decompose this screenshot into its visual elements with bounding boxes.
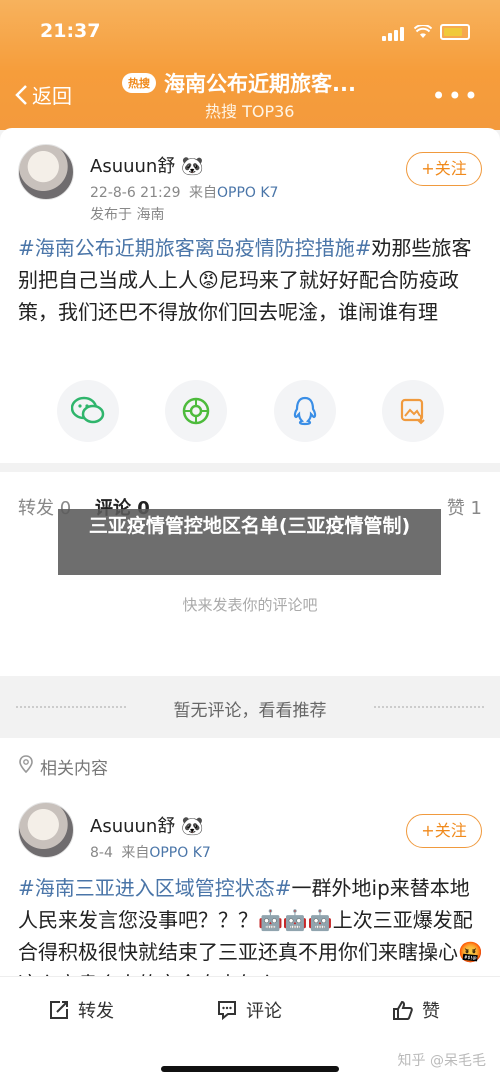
post-date: 22-8-6 21:29 (90, 185, 181, 201)
home-indicator[interactable] (161, 1066, 339, 1072)
page-title[interactable]: 热搜 海南公布近期旅客... (122, 68, 356, 98)
chevron-left-icon (15, 84, 27, 105)
related-follow-button[interactable]: +关注 (406, 814, 482, 848)
repost-icon (50, 1001, 68, 1019)
related-post-card[interactable]: Asuuun舒 🐼 8-4 来自OPPO K7 +关注 #海南三亚进入区域管控状… (0, 786, 500, 976)
repost-label: 转发 (78, 1001, 114, 1022)
panda-icon: 🐼 (181, 156, 204, 177)
share-qq-button[interactable] (274, 380, 336, 442)
hot-badge: 热搜 (122, 73, 156, 93)
related-hashtag-link[interactable]: #海南三亚进入区域管控状态# (18, 876, 292, 900)
status-time: 21:37 (40, 20, 101, 42)
post-card: Asuuun舒 🐼 22-8-6 21:29 来自OPPO K7 发布于 海南 … (0, 128, 500, 463)
wechat-icon (71, 396, 105, 424)
like-button[interactable]: 赞 (392, 997, 440, 1023)
author-name[interactable]: Asuuun舒 🐼 (90, 152, 203, 178)
avatar[interactable] (18, 144, 74, 200)
moments-icon (182, 397, 210, 425)
author-name-text: Asuuun舒 (90, 156, 176, 177)
qq-icon (293, 396, 317, 426)
related-post-content: #海南三亚进入区域管控状态#一群外地ip来替本地人民来发言您没事吧？？？🤖🤖🤖上… (18, 872, 484, 976)
related-device-link[interactable]: OPPO K7 (149, 845, 210, 861)
save-image-icon (400, 398, 425, 425)
repost-button[interactable]: 转发 (48, 997, 114, 1023)
page-subtitle: 热搜 TOP36 (205, 102, 295, 121)
image-caption-overlay: 三亚疫情管控地区名单(三亚疫情管制) (58, 509, 441, 575)
thumbs-up-icon (393, 1000, 413, 1020)
post-content: #海南公布近期旅客离岛疫情防控措施#劝那些旅客别把自己当成人上人😡尼玛来了就好好… (18, 232, 484, 328)
share-row (0, 380, 500, 444)
from-prefix: 来自 (121, 845, 150, 861)
avatar[interactable] (18, 802, 74, 858)
comment-label: 评论 (246, 1001, 282, 1022)
related-post-date: 8-4 (90, 845, 113, 861)
related-author-text: Asuuun舒 (90, 816, 176, 837)
comment-icon (218, 1001, 236, 1021)
like-label: 赞 (422, 1001, 440, 1022)
wifi-icon (414, 24, 432, 38)
divider-right (374, 706, 484, 708)
location-pin-icon (19, 755, 33, 773)
related-title: 相关内容 (40, 759, 108, 779)
battery-icon (440, 23, 470, 40)
recommend-divider: 暂无评论，看看推荐 (0, 676, 500, 738)
follow-button[interactable]: +关注 (406, 152, 482, 186)
related-section-header: 相关内容 (0, 738, 500, 786)
back-button[interactable]: 返回 (14, 80, 72, 109)
related-post-meta: 8-4 来自OPPO K7 (90, 842, 211, 862)
title-text: 海南公布近期旅客... (164, 72, 356, 96)
comment-button[interactable]: 评论 (216, 997, 282, 1023)
top-header: 21:37 返回 热搜 海南公布近期旅客... 热搜 TOP36 ••• (0, 0, 500, 130)
hashtag-link[interactable]: #海南公布近期旅客离岛疫情防控措施# (18, 236, 372, 260)
share-save-image-button[interactable] (382, 380, 444, 442)
from-prefix: 来自 (188, 185, 217, 201)
more-button[interactable]: ••• (432, 82, 480, 110)
related-author-name[interactable]: Asuuun舒 🐼 (90, 812, 203, 838)
signal-icon (382, 22, 406, 41)
panda-icon: 🐼 (181, 816, 204, 837)
share-moments-button[interactable] (165, 380, 227, 442)
share-wechat-button[interactable] (57, 380, 119, 442)
recommend-text: 暂无评论，看看推荐 (173, 701, 327, 721)
post-location: 发布于 海南 (90, 207, 165, 223)
comment-placeholder[interactable]: 快来发表你的评论吧 (0, 594, 500, 615)
back-label: 返回 (32, 84, 72, 108)
watermark: 知乎 @呆毛毛 (397, 1053, 486, 1069)
tab-like[interactable]: 赞 1 (447, 494, 482, 520)
device-link[interactable]: OPPO K7 (217, 185, 278, 201)
status-icons (382, 22, 470, 41)
post-meta: 22-8-6 21:29 来自OPPO K7 (90, 182, 278, 202)
